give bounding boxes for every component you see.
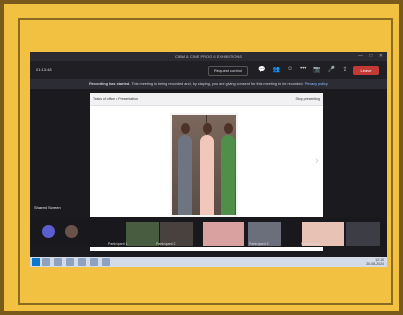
camera-icon[interactable]: 📷 xyxy=(313,66,320,73)
stop-presenting-button[interactable]: Stop presenting xyxy=(295,97,320,101)
recording-message: This meeting is being recorded and, by s… xyxy=(131,82,304,86)
windows-taskbar: 12:10 20-08-2024 xyxy=(30,257,387,267)
presentation-toolbar: Tasks of office • Presentation Stop pres… xyxy=(90,93,323,106)
share-icon[interactable]: ⇪ xyxy=(342,66,347,73)
chat-icon[interactable]: 💬 xyxy=(258,66,265,73)
windows-start-icon[interactable] xyxy=(32,258,40,266)
presentation-title: Tasks of office • Presentation xyxy=(93,97,138,101)
participant-avatar-1[interactable] xyxy=(42,225,55,238)
participant-strip: Participant 1 Participant 2 Participant … xyxy=(30,217,387,247)
minimize-icon[interactable]: — xyxy=(358,53,363,59)
taskbar-clock: 12:10 20-08-2024 xyxy=(366,258,384,266)
shared-screen-label: Shared Screen xyxy=(34,205,61,210)
taskbar-date: 20-08-2024 xyxy=(366,262,384,266)
person-2-head xyxy=(203,123,212,134)
search-icon[interactable] xyxy=(42,258,50,266)
browser-icon[interactable] xyxy=(66,258,74,266)
participant-name: Participant 4 xyxy=(301,242,321,246)
person-1-head xyxy=(181,123,190,134)
window-controls: — □ ✕ xyxy=(353,52,383,61)
participant-name: Participant 1 xyxy=(108,242,128,246)
participant-avatar-2[interactable] xyxy=(65,225,78,238)
close-icon[interactable]: ✕ xyxy=(379,53,383,59)
mic-icon[interactable]: 🎤 xyxy=(328,66,335,73)
request-control-button[interactable]: Request control xyxy=(208,66,249,76)
meeting-window: CIBM & CINE PROG 6 EXHIBITIONS — □ ✕ 01:… xyxy=(30,52,387,257)
leave-button[interactable]: Leave xyxy=(353,66,379,75)
teams-icon[interactable] xyxy=(90,258,98,266)
next-slide-icon[interactable]: › xyxy=(315,155,319,167)
file-explorer-icon[interactable] xyxy=(54,258,62,266)
participant-name: Participant 3 xyxy=(249,242,269,246)
more-icon[interactable]: ••• xyxy=(300,66,306,73)
maximize-icon[interactable]: □ xyxy=(369,53,372,59)
participant-video-1[interactable] xyxy=(126,222,159,246)
group-photo xyxy=(170,113,238,217)
people-icon[interactable]: 👥 xyxy=(272,66,279,73)
taskbar-apps xyxy=(42,258,110,266)
participant-video-6[interactable] xyxy=(346,222,380,246)
meeting-controls: 01:13:48 Request control 💬 👥 ☺ ••• 📷 🎤 ⇪… xyxy=(30,61,387,79)
participant-name: Participant 2 xyxy=(156,242,176,246)
person-3 xyxy=(221,135,235,215)
reactions-icon[interactable]: ☺ xyxy=(287,66,293,73)
privacy-policy-link[interactable]: Privacy policy xyxy=(305,82,328,86)
person-1 xyxy=(178,135,192,215)
participant-video-3[interactable] xyxy=(203,222,244,246)
meeting-timer: 01:13:48 xyxy=(36,67,52,72)
person-3-head xyxy=(224,123,233,134)
mail-icon[interactable] xyxy=(78,258,86,266)
window-titlebar: CIBM & CINE PROG 6 EXHIBITIONS — □ ✕ xyxy=(30,52,387,61)
recording-banner: Recording has started. This meeting is b… xyxy=(30,79,387,89)
window-title: CIBM & CINE PROG 6 EXHIBITIONS xyxy=(174,54,243,59)
person-2 xyxy=(200,135,214,215)
recording-title: Recording has started. xyxy=(89,82,131,86)
meeting-toolbar: 💬 👥 ☺ ••• 📷 🎤 ⇪ xyxy=(258,66,347,73)
word-icon[interactable] xyxy=(102,258,110,266)
